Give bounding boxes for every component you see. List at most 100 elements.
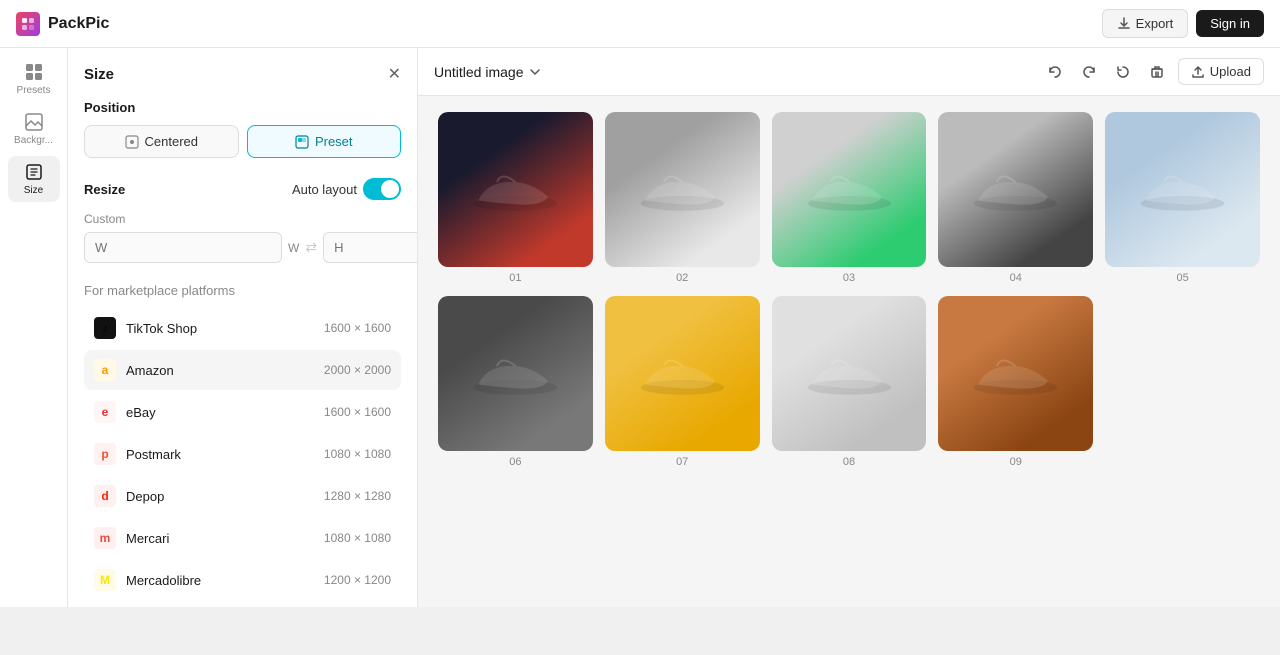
marketplace-item-ebay[interactable]: e eBay 1600 × 1600 bbox=[84, 392, 401, 432]
centered-button[interactable]: Centered bbox=[84, 125, 239, 158]
market-name-mercari: Mercari bbox=[126, 531, 324, 546]
sidebar-item-size[interactable]: Size bbox=[8, 156, 60, 202]
centered-icon bbox=[125, 135, 139, 149]
image-thumb-03 bbox=[772, 112, 927, 267]
image-num-05: 05 bbox=[1176, 272, 1188, 284]
marketplace-item-depop[interactable]: d Depop 1280 × 1280 bbox=[84, 476, 401, 516]
background-label: Backgr... bbox=[14, 135, 53, 146]
marketplace-item-mercadolibre[interactable]: M Mercadolibre 1200 × 1200 bbox=[84, 560, 401, 600]
image-thumb-09 bbox=[938, 296, 1093, 451]
market-name-depop: Depop bbox=[126, 489, 324, 504]
image-title-text: Untitled image bbox=[434, 64, 524, 80]
logo-icon bbox=[16, 12, 40, 36]
image-num-06: 06 bbox=[509, 456, 521, 468]
sidebar-item-background[interactable]: Backgr... bbox=[8, 106, 60, 152]
image-grid: 01 02 03 bbox=[418, 96, 1280, 607]
market-icon-tiktok: ♪ bbox=[94, 317, 116, 339]
auto-layout-toggle[interactable] bbox=[363, 178, 401, 200]
market-size-ebay: 1600 × 1600 bbox=[324, 405, 391, 419]
market-icon-depop: d bbox=[94, 485, 116, 507]
market-size-postmark: 1080 × 1080 bbox=[324, 447, 391, 461]
signin-button[interactable]: Sign in bbox=[1196, 10, 1264, 37]
market-name-amazon: Amazon bbox=[126, 363, 324, 378]
main-content: Untitled image bbox=[418, 48, 1280, 607]
image-thumb-02 bbox=[605, 112, 760, 267]
size-label: Size bbox=[24, 185, 43, 196]
position-buttons: Centered Preset bbox=[84, 125, 401, 158]
size-icon bbox=[24, 162, 44, 182]
image-cell-08[interactable]: 08 bbox=[772, 296, 927, 468]
auto-layout-label: Auto layout bbox=[292, 182, 357, 197]
market-name-tiktok: TikTok Shop bbox=[126, 321, 324, 336]
image-cell-09[interactable]: 09 bbox=[938, 296, 1093, 468]
export-button[interactable]: Export bbox=[1102, 9, 1189, 38]
image-cell-07[interactable]: 07 bbox=[605, 296, 760, 468]
preset-icon bbox=[295, 135, 309, 149]
panel-title: Size bbox=[84, 66, 114, 83]
refresh-icon bbox=[1115, 64, 1131, 80]
image-thumb-05 bbox=[1105, 112, 1260, 267]
content-actions: Upload bbox=[1042, 58, 1264, 85]
marketplace-item-mercari[interactable]: m Mercari 1080 × 1080 bbox=[84, 518, 401, 558]
custom-label: Custom bbox=[84, 210, 401, 228]
market-size-depop: 1280 × 1280 bbox=[324, 489, 391, 503]
position-section-label: Position bbox=[84, 100, 401, 115]
width-label: W bbox=[288, 241, 299, 255]
market-size-mercari: 1080 × 1080 bbox=[324, 531, 391, 545]
image-num-08: 08 bbox=[843, 456, 855, 468]
height-input[interactable] bbox=[323, 232, 418, 263]
image-cell-04[interactable]: 04 bbox=[938, 112, 1093, 284]
upload-button[interactable]: Upload bbox=[1178, 58, 1264, 85]
image-num-04: 04 bbox=[1010, 272, 1022, 284]
resize-row: Resize Auto layout bbox=[84, 178, 401, 200]
upload-icon bbox=[1191, 65, 1205, 79]
image-num-03: 03 bbox=[843, 272, 855, 284]
marketplace-item-postmark[interactable]: p Postmark 1080 × 1080 bbox=[84, 434, 401, 474]
delete-button[interactable] bbox=[1144, 59, 1170, 85]
image-thumb-07 bbox=[605, 296, 760, 451]
chevron-down-icon bbox=[528, 65, 542, 79]
image-cell-02[interactable]: 02 bbox=[605, 112, 760, 284]
marketplace-list: ♪ TikTok Shop 1600 × 1600 a Amazon 2000 … bbox=[84, 308, 401, 600]
image-cell-06[interactable]: 06 bbox=[438, 296, 593, 468]
trash-icon bbox=[1149, 64, 1165, 80]
market-icon-mercari: m bbox=[94, 527, 116, 549]
redo-icon bbox=[1081, 64, 1097, 80]
main-layout: Presets Backgr... Size Size ✕ Position bbox=[0, 48, 1280, 607]
icon-sidebar: Presets Backgr... Size bbox=[0, 48, 68, 607]
content-header: Untitled image bbox=[418, 48, 1280, 96]
image-num-07: 07 bbox=[676, 456, 688, 468]
sidebar-item-presets[interactable]: Presets bbox=[8, 56, 60, 102]
refresh-button[interactable] bbox=[1110, 59, 1136, 85]
market-size-tiktok: 1600 × 1600 bbox=[324, 321, 391, 335]
presets-icon bbox=[24, 62, 44, 82]
marketplace-item-amazon[interactable]: a Amazon 2000 × 2000 bbox=[84, 350, 401, 390]
market-name-ebay: eBay bbox=[126, 405, 324, 420]
market-size-mercadolibre: 1200 × 1200 bbox=[324, 573, 391, 587]
preset-button[interactable]: Preset bbox=[247, 125, 402, 158]
export-icon bbox=[1117, 17, 1131, 31]
image-title-button[interactable]: Untitled image bbox=[434, 64, 542, 80]
navbar-right: Export Sign in bbox=[1102, 9, 1264, 38]
redo-button[interactable] bbox=[1076, 59, 1102, 85]
auto-layout-group: Auto layout bbox=[292, 178, 401, 200]
width-input[interactable] bbox=[84, 232, 282, 263]
close-button[interactable]: ✕ bbox=[388, 64, 401, 84]
background-icon bbox=[24, 112, 44, 132]
market-name-postmark: Postmark bbox=[126, 447, 324, 462]
market-size-amazon: 2000 × 2000 bbox=[324, 363, 391, 377]
navbar-left: PackPic bbox=[16, 12, 109, 36]
marketplace-item-tiktok[interactable]: ♪ TikTok Shop 1600 × 1600 bbox=[84, 308, 401, 348]
dimension-row: W ⇄ H bbox=[84, 232, 401, 263]
image-num-02: 02 bbox=[676, 272, 688, 284]
image-cell-05[interactable]: 05 bbox=[1105, 112, 1260, 284]
market-icon-ebay: e bbox=[94, 401, 116, 423]
image-cell-03[interactable]: 03 bbox=[772, 112, 927, 284]
image-thumb-06 bbox=[438, 296, 593, 451]
resize-label: Resize bbox=[84, 182, 125, 197]
market-name-mercadolibre: Mercadolibre bbox=[126, 573, 324, 588]
undo-button[interactable] bbox=[1042, 59, 1068, 85]
logo-text: PackPic bbox=[48, 15, 109, 33]
undo-icon bbox=[1047, 64, 1063, 80]
image-cell-01[interactable]: 01 bbox=[438, 112, 593, 284]
